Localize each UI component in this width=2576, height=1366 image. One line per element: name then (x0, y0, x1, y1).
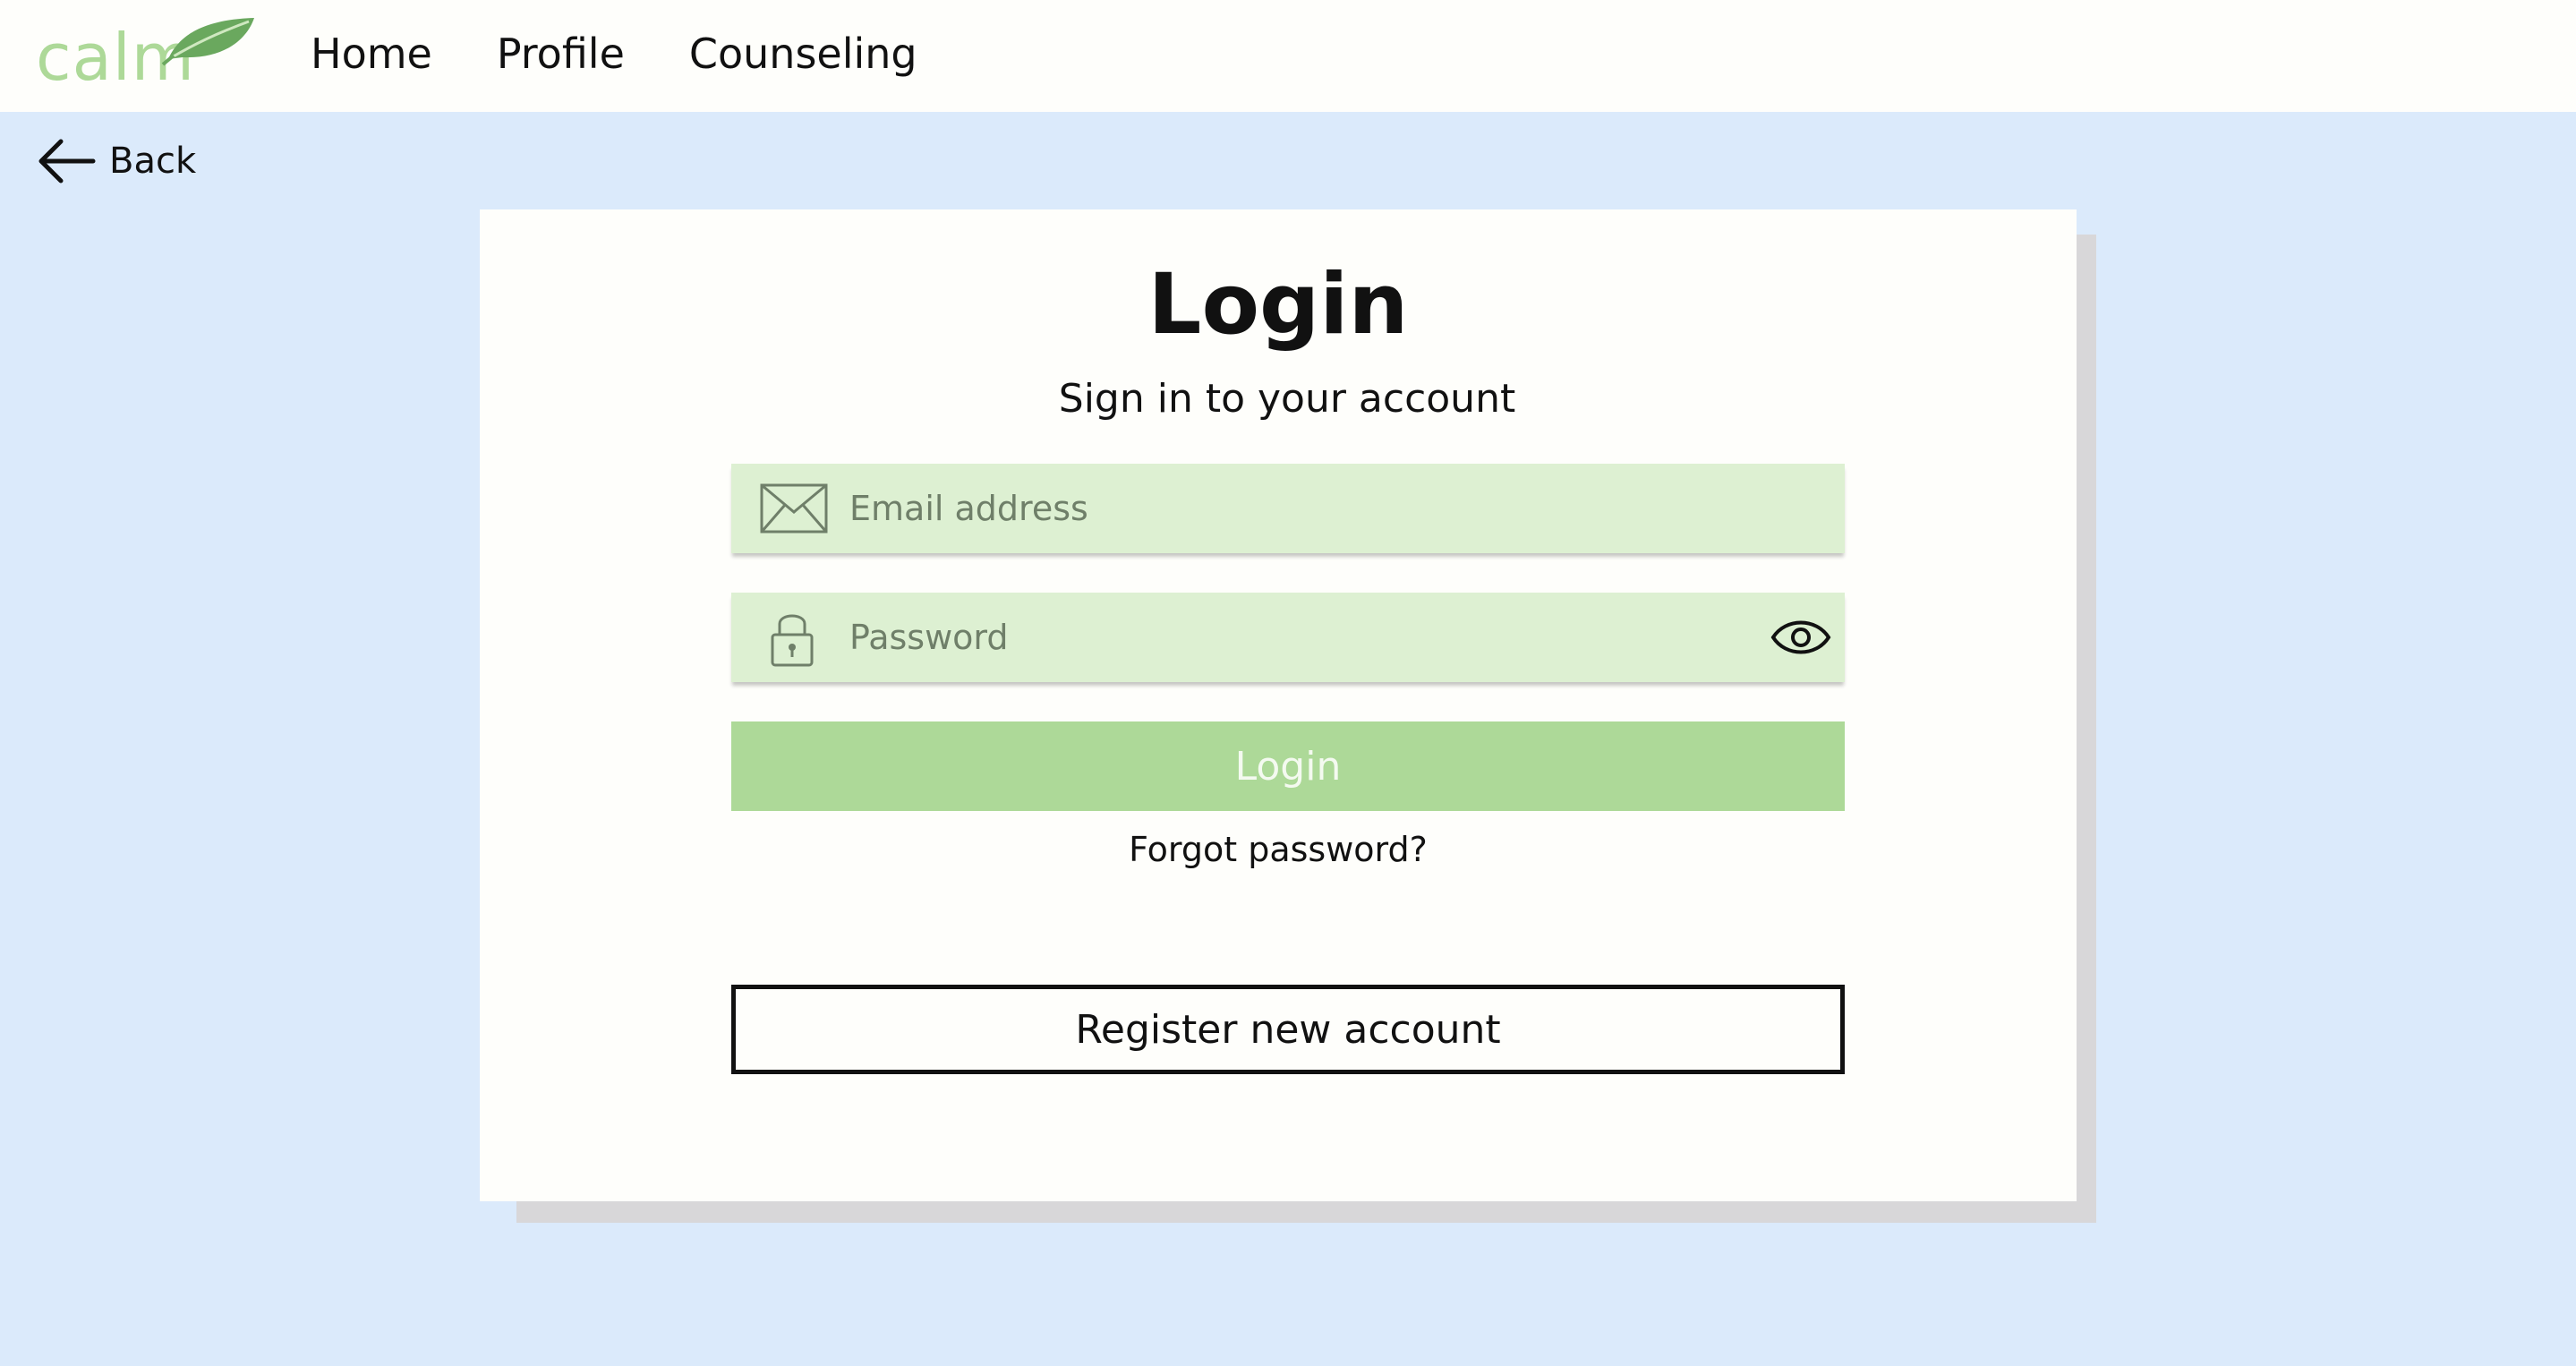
main-nav: Home Profile Counseling (311, 27, 917, 81)
eye-icon[interactable] (1770, 612, 1832, 662)
lock-icon (771, 614, 814, 667)
page-subtitle: Sign in to your account (1058, 376, 1516, 422)
back-button[interactable]: Back (36, 136, 196, 186)
back-label: Back (109, 141, 197, 182)
page-title: Login (1147, 256, 1409, 354)
top-nav-bar: calm Home Profile Counseling (0, 0, 2576, 112)
nav-home[interactable]: Home (311, 27, 432, 81)
login-button[interactable]: Login (731, 721, 1845, 811)
register-button[interactable]: Register new account (731, 985, 1845, 1074)
arrow-left-icon (38, 139, 96, 184)
nav-profile[interactable]: Profile (497, 27, 625, 81)
nav-counseling[interactable]: Counseling (689, 27, 917, 81)
password-field (731, 593, 1845, 682)
forgot-password-link[interactable]: Forgot password? (480, 825, 2077, 874)
login-card: Login Sign in to your account Login Forg… (480, 209, 2077, 1201)
password-input[interactable] (849, 593, 1727, 682)
email-field (731, 464, 1845, 553)
leaf-icon (161, 18, 254, 66)
envelope-icon (760, 483, 828, 534)
email-input[interactable] (849, 464, 1727, 553)
calm-logo[interactable]: calm (36, 13, 254, 93)
